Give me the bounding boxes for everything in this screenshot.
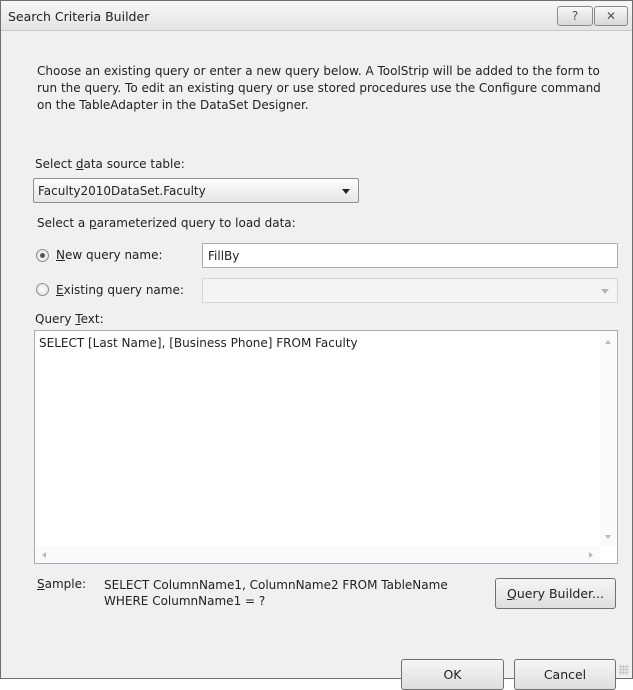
sample-line-2: WHERE ColumnName1 = ?: [104, 594, 266, 608]
vertical-scrollbar[interactable]: [600, 331, 617, 546]
data-source-label: Select data source table:: [35, 157, 185, 171]
radio-selected-dot: [40, 253, 45, 258]
data-source-selected-value: Faculty2010DataSet.Faculty: [38, 184, 206, 198]
scroll-right-icon[interactable]: [589, 552, 593, 558]
existing-query-select[interactable]: [202, 278, 618, 303]
sample-label: Sample:: [37, 577, 87, 591]
scroll-left-icon[interactable]: [42, 552, 46, 558]
intro-text: Choose an existing query or enter a new …: [37, 64, 601, 112]
sample-query-text: SELECT ColumnName1, ColumnName2 FROM Tab…: [104, 577, 484, 609]
query-text-area[interactable]: SELECT [Last Name], [Business Phone] FRO…: [34, 330, 618, 564]
parameterized-query-label: Select a parameterized query to load dat…: [37, 216, 296, 230]
help-icon: ?: [571, 9, 579, 23]
data-source-select[interactable]: Faculty2010DataSet.Faculty: [33, 178, 359, 203]
title-bar[interactable]: Search Criteria Builder ? ✕: [1, 1, 632, 31]
scroll-up-icon[interactable]: [605, 340, 611, 344]
chevron-down-icon: [601, 289, 609, 294]
close-icon: ✕: [605, 9, 617, 23]
close-button[interactable]: ✕: [594, 6, 628, 26]
horizontal-scrollbar[interactable]: [35, 546, 600, 563]
new-query-label[interactable]: New query name:: [56, 248, 163, 262]
query-text-value: SELECT [Last Name], [Business Phone] FRO…: [39, 336, 358, 350]
help-button[interactable]: ?: [557, 6, 593, 26]
new-query-radio[interactable]: [36, 249, 49, 262]
new-query-name-input[interactable]: FillBy: [202, 243, 618, 268]
sample-line-1: SELECT ColumnName1, ColumnName2 FROM Tab…: [104, 578, 448, 592]
search-criteria-builder-dialog: Search Criteria Builder ? ✕ Choose an ex…: [0, 0, 633, 690]
cancel-button[interactable]: Cancel: [514, 659, 616, 690]
scroll-down-icon[interactable]: [605, 535, 611, 539]
existing-query-label[interactable]: Existing query name:: [56, 283, 184, 297]
ok-button[interactable]: OK: [401, 659, 504, 690]
query-builder-button[interactable]: Query Builder...: [495, 578, 616, 609]
dialog-body: Choose an existing query or enter a new …: [1, 32, 632, 690]
resize-grip-icon[interactable]: [619, 665, 629, 675]
new-query-name-value: FillBy: [208, 249, 240, 263]
chevron-down-icon: [342, 189, 350, 194]
query-text-label: Query Text:: [35, 312, 104, 326]
window-title: Search Criteria Builder: [8, 9, 150, 24]
existing-query-radio[interactable]: [36, 283, 49, 296]
